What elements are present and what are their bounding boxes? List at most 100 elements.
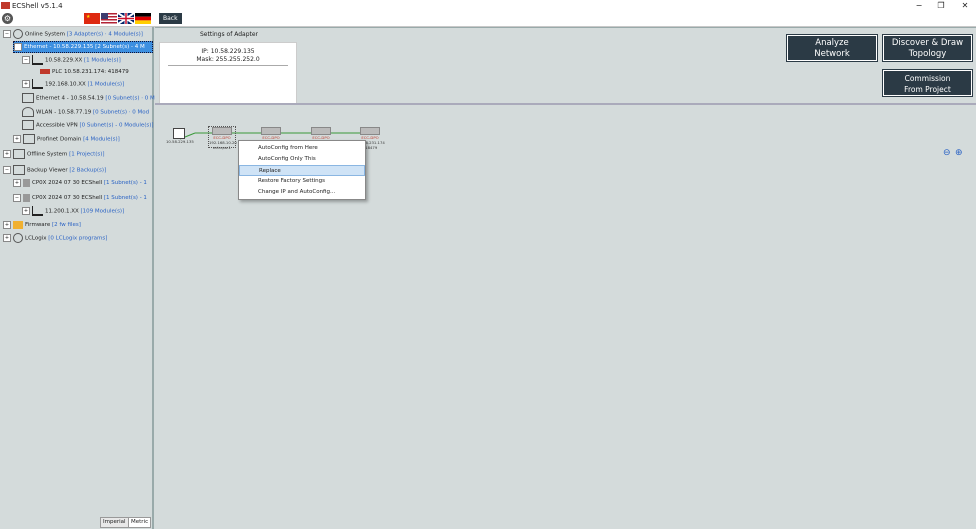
tree-item-extra: [109 Module(s)] bbox=[80, 208, 125, 215]
collapse-icon[interactable]: − bbox=[13, 193, 21, 202]
expand-icon[interactable]: + bbox=[22, 207, 30, 215]
tree-item-label: Online System bbox=[25, 31, 65, 38]
uk-flag-icon[interactable] bbox=[118, 13, 134, 24]
expand-icon[interactable]: + bbox=[22, 80, 30, 88]
tree-item-label: CP0X 2024 07 30 ECShell bbox=[32, 180, 103, 186]
tree-item-label: PLC 10.58.231.174: 418479 bbox=[52, 69, 129, 75]
collapse-icon[interactable]: − bbox=[22, 56, 30, 64]
minimize-button[interactable]: − bbox=[912, 0, 926, 12]
tree-item-extra: [1 Project(s)] bbox=[69, 151, 105, 158]
tree-item-label: 192.168.10.XX bbox=[45, 81, 86, 88]
subnet-icon bbox=[32, 206, 43, 216]
metric-tab[interactable]: Metric bbox=[128, 517, 152, 528]
button-line: From Project bbox=[904, 85, 951, 94]
tree-item-label: 11.200.1.XX bbox=[45, 208, 79, 215]
collapse-icon[interactable]: − bbox=[14, 42, 22, 51]
tree-item-extra: [0 Subnet(s) · 0 Mod bbox=[92, 109, 150, 116]
imperial-tab[interactable]: Imperial bbox=[100, 517, 129, 528]
tree-item-offline-system[interactable]: + Offline System [1 Project(s)] bbox=[3, 149, 105, 159]
tree-item-ethernet[interactable]: − Ethernet - 10.58.229.135 [2 Subnet(s) -… bbox=[13, 41, 153, 53]
back-button[interactable]: Back bbox=[159, 13, 182, 24]
main-area: Settings of Adapter IP: 10.58.229.135 Ma… bbox=[155, 27, 976, 529]
button-line: Analyze bbox=[815, 38, 849, 48]
collapse-icon[interactable]: − bbox=[3, 166, 11, 174]
toolbar-separator bbox=[155, 27, 976, 28]
tree-item-label: Offline System bbox=[27, 151, 68, 158]
china-flag-icon[interactable]: ★ bbox=[84, 13, 100, 24]
usa-flag-icon[interactable] bbox=[101, 13, 117, 24]
tree-item-label: Backup Viewer bbox=[27, 167, 68, 174]
tree-item-extra: [0 LCLogix programs] bbox=[48, 235, 108, 242]
tree-item-backup-folder[interactable]: + CP0X 2024 07 30 ECShell [1 Subnet(s) - … bbox=[13, 178, 147, 188]
expand-icon[interactable]: + bbox=[13, 135, 21, 143]
app-icon bbox=[1, 2, 10, 9]
tree-item-extra: [3 Adapter(s) · 4 Module(s)] bbox=[66, 31, 143, 38]
gear-icon[interactable]: ⚙ bbox=[2, 13, 13, 24]
button-line: Topology bbox=[908, 49, 947, 59]
profinet-icon bbox=[23, 134, 35, 144]
tree-item-subnet[interactable]: − 10.58.229.XX [1 Module(s)] bbox=[22, 55, 121, 65]
tree-item-extra: [1 Subnet(s) - 1 bbox=[103, 195, 147, 201]
tree-item-profinet[interactable]: + Profinet Domain [4 Module(s)] bbox=[13, 134, 120, 144]
module-icon bbox=[360, 127, 380, 135]
menu-item-autoconfig-from-here[interactable]: AutoConfig from Here bbox=[239, 143, 365, 154]
tree-item-plc[interactable]: PLC 10.58.231.174: 418479 bbox=[40, 67, 129, 77]
germany-flag-icon[interactable] bbox=[135, 13, 151, 24]
wlan-icon bbox=[22, 107, 34, 117]
tree-item-extra: [2 Backup(s)] bbox=[69, 167, 107, 174]
menu-item-autoconfig-only-this[interactable]: AutoConfig Only This bbox=[239, 154, 365, 165]
discover-topology-button[interactable]: Discover & Draw Topology bbox=[883, 35, 972, 61]
menu-item-restore-factory-settings[interactable]: Restore Factory Settings bbox=[239, 176, 365, 187]
expand-icon[interactable]: + bbox=[3, 220, 11, 229]
tree-item-backup-folder[interactable]: − CP0X 2024 07 30 ECShell [1 Subnet(s) - … bbox=[13, 193, 147, 203]
tree-item-label: CP0X 2024 07 30 ECShell bbox=[32, 195, 103, 201]
tree-item-extra: [4 Module(s)] bbox=[83, 136, 120, 143]
collapse-icon[interactable]: − bbox=[3, 30, 11, 38]
analyze-network-button[interactable]: Analyze Network bbox=[787, 35, 877, 61]
tree-item-label: Accessible VPN bbox=[36, 122, 78, 129]
tree-item-lclogix[interactable]: + LCLogix [0 LCLogix programs] bbox=[3, 233, 107, 243]
module-name: ect-cpu-1 bbox=[213, 145, 231, 150]
menu-item-change-ip-autoconfig[interactable]: Change IP and AutoConfig... bbox=[239, 187, 365, 198]
expand-icon[interactable]: + bbox=[3, 150, 11, 158]
module-icon bbox=[212, 127, 232, 135]
tree-item-extra: [1 Subnet(s) - 1 bbox=[103, 180, 147, 186]
expand-icon[interactable]: + bbox=[13, 178, 21, 187]
module-icon bbox=[311, 127, 331, 135]
zoom-out-icon[interactable]: ⊖ bbox=[943, 149, 952, 158]
topology-module[interactable]: ECC-DPO 192.168.10.20 ect-cpu-1 bbox=[208, 126, 237, 150]
tree-item-extra: [0 Subnet(s) · 0 M bbox=[105, 95, 155, 102]
lclogix-icon bbox=[13, 233, 23, 243]
offline-icon bbox=[13, 149, 25, 159]
close-button[interactable]: ✕ bbox=[958, 0, 972, 12]
maximize-button[interactable]: ❐ bbox=[934, 0, 948, 12]
title-bar: ECShell v5.1.4 − ❐ ✕ bbox=[0, 0, 976, 12]
tree-item-extra: [1 Module(s)] bbox=[87, 81, 125, 88]
adapter-node[interactable]: 10.58.229.135 bbox=[166, 128, 194, 148]
tree-item-extra: [2 Subnet(s) - 4 M bbox=[95, 44, 145, 50]
tree-item-vpn[interactable]: Accessible VPN [0 Subnet(s) - 0 Module(s… bbox=[22, 120, 154, 130]
tree-item-backup-viewer[interactable]: − Backup Viewer [2 Backup(s)] bbox=[3, 165, 106, 175]
tree-item-subnet[interactable]: +11.200.1.XX [109 Module(s)] bbox=[22, 206, 124, 216]
adapter-settings-heading: Settings of Adapter bbox=[200, 31, 259, 38]
svg-text:★: ★ bbox=[86, 14, 91, 20]
adapter-settings-panel: IP: 10.58.229.135 Mask: 255.255.252.0 bbox=[159, 42, 297, 104]
folder-icon bbox=[23, 178, 30, 187]
tree-item-label: Firmware bbox=[25, 222, 51, 228]
tree-item-label: LCLogix bbox=[25, 235, 47, 242]
tree-panel: − Online System [3 Adapter(s) · 4 Module(… bbox=[0, 27, 155, 529]
adapter-node-ip: 10.58.229.135 bbox=[166, 139, 194, 144]
tree-item-label: WLAN - 10.58.77.19 bbox=[36, 109, 92, 116]
commission-from-project-button[interactable]: Commission From Project bbox=[883, 70, 972, 96]
tree-item-wlan[interactable]: WLAN - 10.58.77.19 [0 Subnet(s) · 0 Mod bbox=[22, 107, 149, 117]
tree-item-subnet[interactable]: +192.168.10.XX [1 Module(s)] bbox=[22, 79, 124, 89]
zoom-in-icon[interactable]: ⊕ bbox=[955, 149, 964, 158]
tree-item-online-system[interactable]: − Online System [3 Adapter(s) · 4 Module(… bbox=[3, 29, 143, 39]
tree-item-ethernet-4[interactable]: Ethernet 4 - 10.58.54.19 [0 Subnet(s) · … bbox=[22, 93, 155, 103]
tree-item-extra: [2 fw files] bbox=[51, 222, 81, 228]
tree-item-firmware[interactable]: + Firmware [2 fw files] bbox=[3, 220, 81, 230]
expand-icon[interactable]: + bbox=[3, 234, 11, 242]
tree-item-label: 10.58.229.XX bbox=[45, 57, 83, 64]
menu-item-replace[interactable]: Replace bbox=[239, 165, 365, 176]
folder-icon bbox=[23, 193, 30, 202]
